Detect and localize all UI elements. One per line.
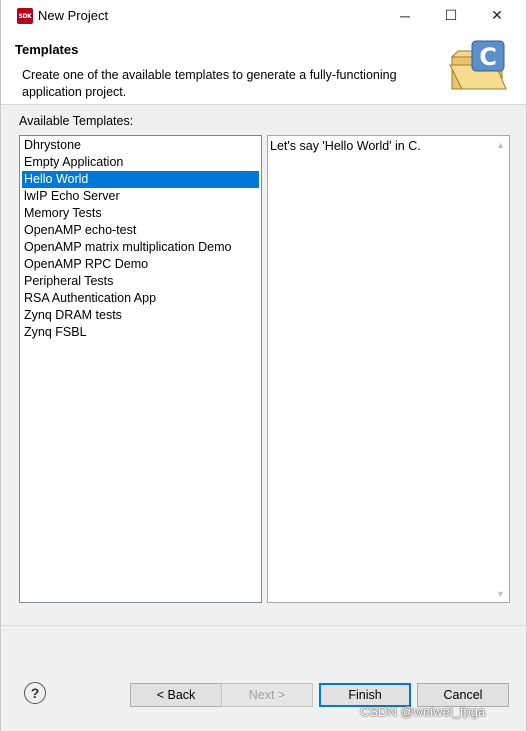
template-list-item[interactable]: Dhrystone	[22, 137, 259, 154]
page-description: Create one of the available templates to…	[22, 68, 397, 99]
scroll-up-icon[interactable]: ▲	[492, 136, 509, 153]
description-scrollbar[interactable]: ▲ ▼	[492, 136, 509, 602]
available-templates-label: Available Templates:	[19, 114, 134, 128]
title-bar: SDK New Project ─ ☐ ✕	[1, 0, 526, 31]
help-icon[interactable]: ?	[24, 682, 46, 704]
svg-text:C: C	[479, 43, 497, 71]
template-list-item[interactable]: lwIP Echo Server	[22, 188, 259, 205]
minimize-button[interactable]: ─	[382, 0, 428, 31]
wizard-header: Templates Create one of the available te…	[1, 31, 526, 105]
template-list-item[interactable]: Empty Application	[22, 154, 259, 171]
template-list-item[interactable]: RSA Authentication App	[22, 290, 259, 307]
template-description-text: Let's say 'Hello World' in C.	[270, 139, 421, 153]
next-button[interactable]: Next >	[221, 683, 313, 707]
page-title: Templates	[15, 42, 79, 57]
template-list-item[interactable]: Peripheral Tests	[22, 273, 259, 290]
new-project-dialog: SDK New Project ─ ☐ ✕ Templates Create o…	[0, 0, 527, 731]
back-button[interactable]: < Back	[130, 683, 222, 707]
watermark: CSDN @weiwei_fpga	[360, 704, 486, 719]
template-list-item[interactable]: OpenAMP RPC Demo	[22, 256, 259, 273]
window-title: New Project	[38, 8, 109, 23]
template-list-item[interactable]: Zynq DRAM tests	[22, 307, 259, 324]
template-list-item[interactable]: Hello World	[22, 171, 259, 188]
folder-c-icon: C	[449, 40, 507, 90]
sdk-app-icon: SDK	[17, 8, 33, 24]
template-list-item[interactable]: OpenAMP echo-test	[22, 222, 259, 239]
close-button[interactable]: ✕	[474, 0, 520, 31]
template-list-item[interactable]: Memory Tests	[22, 205, 259, 222]
template-list-item[interactable]: Zynq FSBL	[22, 324, 259, 341]
scroll-down-icon[interactable]: ▼	[492, 585, 509, 602]
template-description-panel: Let's say 'Hello World' in C. ▲ ▼	[267, 135, 510, 603]
maximize-button[interactable]: ☐	[428, 0, 474, 31]
footer-separator	[1, 625, 526, 626]
templates-list[interactable]: Dhrystone Empty Application Hello World lwI…	[19, 135, 262, 603]
template-list-item[interactable]: OpenAMP matrix multiplication Demo	[22, 239, 259, 256]
